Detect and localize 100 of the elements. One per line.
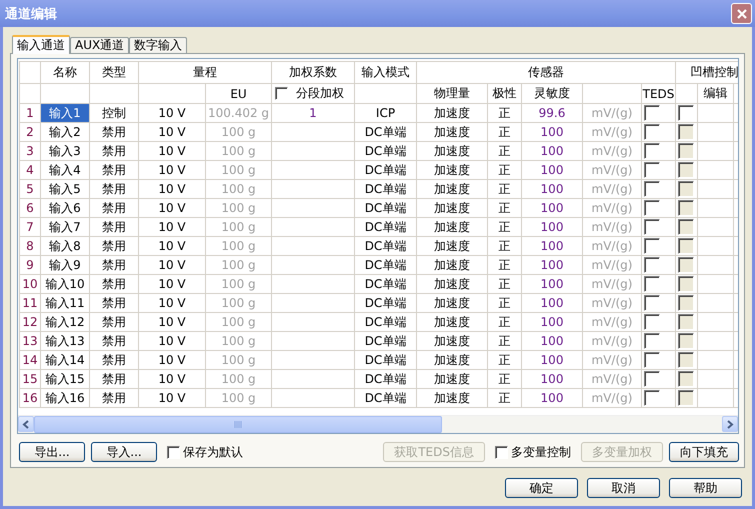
table-cell[interactable]: 输入10 [40, 274, 90, 294]
table-cell: DC单端 [354, 218, 416, 236]
checkbox[interactable] [678, 105, 694, 121]
table-cell: 100 [522, 332, 582, 350]
table-cell[interactable]: 输入7 [40, 218, 90, 236]
row-number: 6 [20, 198, 40, 218]
table-cell: mV/(g) [582, 332, 642, 350]
row-number: 4 [20, 160, 40, 180]
button[interactable]: 向下填充 [669, 442, 739, 462]
table-cell: 100 g [206, 370, 272, 388]
checkbox[interactable] [644, 143, 660, 159]
table-cell: 加速度 [416, 122, 488, 142]
checkbox[interactable] [644, 257, 660, 273]
table-cell: 正 [488, 104, 522, 122]
table-cell: 10 V [138, 370, 206, 388]
table-cell: 100 g [206, 256, 272, 274]
checkbox-label: 多变量控制 [511, 444, 571, 460]
table-cell: 100 [522, 274, 582, 294]
button[interactable]: 导入... [91, 442, 157, 462]
table-cell: 10 V [138, 236, 206, 256]
scroll-right-button[interactable] [722, 416, 738, 432]
checkbox[interactable] [167, 446, 180, 458]
table-cell: 100 g [206, 294, 272, 312]
close-button[interactable] [731, 3, 752, 24]
scroll-left-button[interactable] [18, 416, 34, 432]
row-number: 9 [20, 256, 40, 274]
row-number: 15 [20, 370, 40, 388]
table-cell: 禁用 [90, 122, 138, 142]
checkbox[interactable] [644, 390, 660, 406]
table-cell: 禁用 [90, 142, 138, 160]
table-cell[interactable]: 输入12 [40, 312, 90, 332]
checkbox[interactable] [644, 124, 660, 140]
table-cell[interactable]: 输入5 [40, 180, 90, 198]
checkbox[interactable] [644, 276, 660, 292]
checkbox[interactable] [644, 333, 660, 349]
checkbox[interactable] [644, 352, 660, 368]
column-header: 编辑 [698, 84, 734, 104]
tab[interactable]: 数字输入 [129, 37, 188, 53]
table-cell[interactable]: 输入9 [40, 256, 90, 274]
checkbox[interactable] [644, 295, 660, 311]
table-cell: 10 V [138, 198, 206, 218]
table-cell: 10 V [138, 218, 206, 236]
checkbox[interactable] [644, 371, 660, 387]
checkbox[interactable] [644, 314, 660, 330]
table-cell: 正 [488, 180, 522, 198]
table-cell[interactable]: 输入3 [40, 142, 90, 160]
table-cell: 加速度 [416, 198, 488, 218]
table-cell: 正 [488, 198, 522, 218]
scrollbar-thumb[interactable] [34, 416, 442, 433]
tab[interactable]: AUX通道 [70, 37, 130, 53]
table-cell: 1 [272, 104, 354, 122]
table-cell: 加速度 [416, 388, 488, 408]
checkbox[interactable] [644, 200, 660, 216]
table-cell: 禁用 [90, 236, 138, 256]
table-cell: 10 V [138, 388, 206, 408]
checkbox-label: 保存为默认 [183, 444, 243, 460]
button[interactable]: 确定 [505, 478, 578, 498]
table-cell: 100 g [206, 198, 272, 218]
table-cell[interactable]: 输入14 [40, 350, 90, 370]
table-cell: 加速度 [416, 332, 488, 350]
table-cell: 100 g [206, 274, 272, 294]
table-cell[interactable]: 输入2 [40, 122, 90, 142]
column-header: 名称 [40, 62, 90, 84]
table-cell: 100 g [206, 350, 272, 370]
table-cell[interactable]: 输入16 [40, 388, 90, 408]
checkbox[interactable] [644, 238, 660, 254]
table-cell: mV/(g) [582, 104, 642, 122]
table-cell: 100 g [206, 332, 272, 350]
table-cell: DC单端 [354, 388, 416, 408]
column-header: 量程 [138, 62, 272, 84]
table-cell: 100 [522, 388, 582, 408]
table-cell[interactable]: 输入4 [40, 160, 90, 180]
button[interactable]: 帮助 [669, 478, 742, 498]
checkbox[interactable] [644, 162, 660, 178]
checkbox[interactable] [495, 446, 508, 458]
table-cell[interactable]: 输入11 [40, 294, 90, 312]
button[interactable]: 导出... [19, 442, 85, 462]
table-cell: 10 V [138, 274, 206, 294]
table-cell: 10 V [138, 104, 206, 122]
table-cell[interactable]: 输入8 [40, 236, 90, 256]
button[interactable]: 取消 [587, 478, 660, 498]
table-cell: 禁用 [90, 256, 138, 274]
checkbox[interactable] [644, 105, 660, 121]
table-cell[interactable]: 输入1 [40, 104, 90, 122]
table-cell[interactable]: 输入6 [40, 198, 90, 218]
table-cell[interactable]: 输入15 [40, 370, 90, 388]
table-cell: mV/(g) [582, 370, 642, 388]
table-cell: 10 V [138, 122, 206, 142]
checkbox[interactable] [644, 181, 660, 197]
table-cell[interactable]: 输入13 [40, 332, 90, 350]
table-cell: 禁用 [90, 350, 138, 370]
table-cell: DC单端 [354, 370, 416, 388]
checkbox[interactable] [644, 219, 660, 235]
table-cell: 100 [522, 198, 582, 218]
table-cell: 10 V [138, 142, 206, 160]
chevron-right-icon [726, 420, 734, 428]
table-cell: 禁用 [90, 160, 138, 180]
table-cell: DC单端 [354, 122, 416, 142]
horizontal-scrollbar[interactable] [18, 415, 738, 433]
tab[interactable]: 输入通道 [12, 35, 70, 54]
